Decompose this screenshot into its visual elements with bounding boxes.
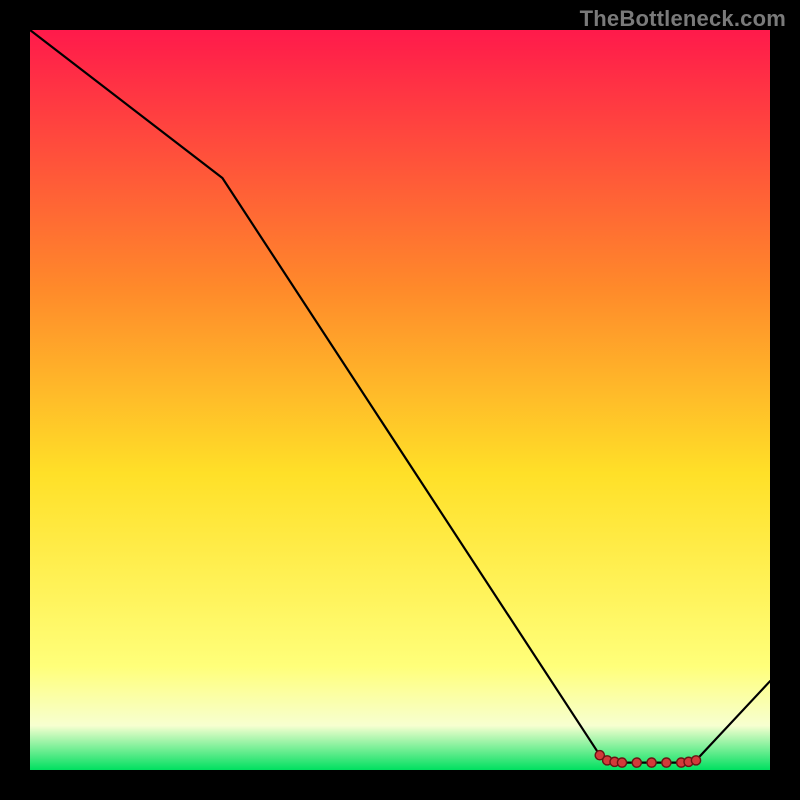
marker-dot [617,758,626,767]
marker-dot [691,756,700,765]
chart-frame: TheBottleneck.com [0,0,800,800]
plot-area [30,30,770,770]
watermark-label: TheBottleneck.com [580,6,786,32]
marker-dot [632,758,641,767]
gradient-background [30,30,770,770]
chart-svg [30,30,770,770]
marker-dot [647,758,656,767]
marker-dot [662,758,671,767]
